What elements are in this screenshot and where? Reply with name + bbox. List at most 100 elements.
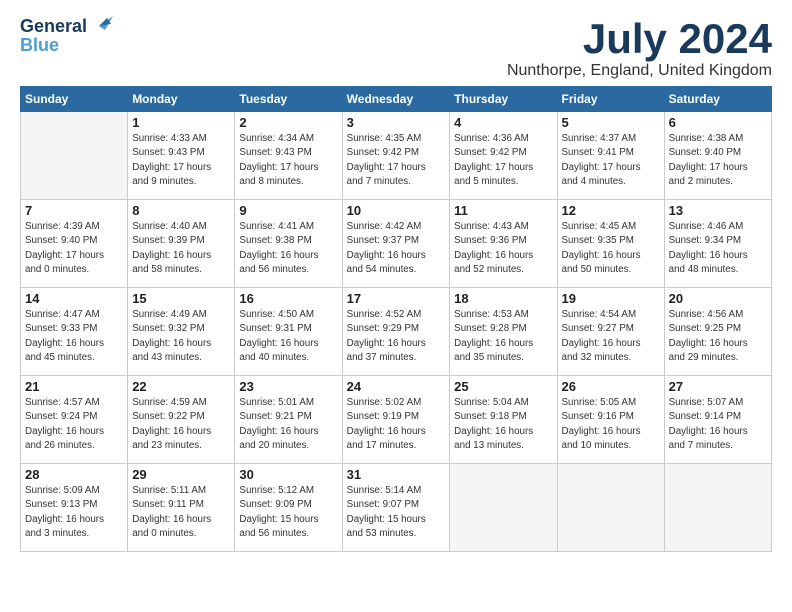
calendar-cell: 26 Sunrise: 5:05 AM Sunset: 9:16 PM Dayli…	[557, 376, 664, 464]
calendar-cell: 24 Sunrise: 5:02 AM Sunset: 9:19 PM Dayli…	[342, 376, 450, 464]
logo-general: General	[20, 16, 87, 37]
cell-content: Sunrise: 4:45 AM Sunset: 9:35 PM Dayligh…	[562, 220, 660, 277]
calendar-cell: 16 Sunrise: 4:50 AM Sunset: 9:31 PM Dayli…	[235, 288, 342, 376]
cell-content: Sunrise: 4:41 AM Sunset: 9:38 PM Dayligh…	[239, 220, 337, 277]
cell-content: Sunrise: 4:35 AM Sunset: 9:42 PM Dayligh…	[347, 132, 446, 189]
day-number: 18	[454, 291, 552, 306]
week-row-2: 7 Sunrise: 4:39 AM Sunset: 9:40 PM Daylig…	[21, 200, 772, 288]
cell-content: Sunrise: 4:38 AM Sunset: 9:40 PM Dayligh…	[669, 132, 767, 189]
day-number: 25	[454, 379, 552, 394]
calendar-cell: 19 Sunrise: 4:54 AM Sunset: 9:27 PM Dayli…	[557, 288, 664, 376]
cell-content: Sunrise: 5:14 AM Sunset: 9:07 PM Dayligh…	[347, 484, 446, 541]
weekday-header-tuesday: Tuesday	[235, 87, 342, 112]
calendar-cell: 11 Sunrise: 4:43 AM Sunset: 9:36 PM Dayli…	[450, 200, 557, 288]
weekday-header-monday: Monday	[128, 87, 235, 112]
calendar-cell	[664, 464, 771, 552]
week-row-5: 28 Sunrise: 5:09 AM Sunset: 9:13 PM Dayli…	[21, 464, 772, 552]
week-row-1: 1 Sunrise: 4:33 AM Sunset: 9:43 PM Daylig…	[21, 112, 772, 200]
cell-content: Sunrise: 5:07 AM Sunset: 9:14 PM Dayligh…	[669, 396, 767, 453]
cell-content: Sunrise: 4:56 AM Sunset: 9:25 PM Dayligh…	[669, 308, 767, 365]
calendar-cell: 17 Sunrise: 4:52 AM Sunset: 9:29 PM Dayli…	[342, 288, 450, 376]
cell-content: Sunrise: 4:54 AM Sunset: 9:27 PM Dayligh…	[562, 308, 660, 365]
logo-blue: Blue	[20, 35, 59, 56]
calendar-cell	[450, 464, 557, 552]
cell-content: Sunrise: 4:33 AM Sunset: 9:43 PM Dayligh…	[132, 132, 230, 189]
month-title: July 2024	[507, 16, 772, 62]
day-number: 17	[347, 291, 446, 306]
calendar-cell: 23 Sunrise: 5:01 AM Sunset: 9:21 PM Dayli…	[235, 376, 342, 464]
calendar-cell: 7 Sunrise: 4:39 AM Sunset: 9:40 PM Daylig…	[21, 200, 128, 288]
page: General Blue July 2024 Nunthorpe, Englan…	[0, 0, 792, 612]
calendar-cell: 30 Sunrise: 5:12 AM Sunset: 9:09 PM Dayli…	[235, 464, 342, 552]
day-number: 30	[239, 467, 337, 482]
logo-bird-icon	[91, 16, 113, 34]
location: Nunthorpe, England, United Kingdom	[507, 62, 772, 80]
day-number: 8	[132, 203, 230, 218]
cell-content: Sunrise: 4:59 AM Sunset: 9:22 PM Dayligh…	[132, 396, 230, 453]
day-number: 21	[25, 379, 123, 394]
day-number: 13	[669, 203, 767, 218]
day-number: 28	[25, 467, 123, 482]
day-number: 2	[239, 115, 337, 130]
day-number: 29	[132, 467, 230, 482]
calendar-cell: 27 Sunrise: 5:07 AM Sunset: 9:14 PM Dayli…	[664, 376, 771, 464]
logo: General Blue	[20, 16, 113, 56]
cell-content: Sunrise: 5:09 AM Sunset: 9:13 PM Dayligh…	[25, 484, 123, 541]
cell-content: Sunrise: 4:39 AM Sunset: 9:40 PM Dayligh…	[25, 220, 123, 277]
calendar-cell: 2 Sunrise: 4:34 AM Sunset: 9:43 PM Daylig…	[235, 112, 342, 200]
day-number: 7	[25, 203, 123, 218]
cell-content: Sunrise: 4:57 AM Sunset: 9:24 PM Dayligh…	[25, 396, 123, 453]
calendar-cell: 10Sunrise: 4:42 AM Sunset: 9:37 PM Dayli…	[342, 200, 450, 288]
day-number: 6	[669, 115, 767, 130]
day-number: 26	[562, 379, 660, 394]
calendar-cell: 22Sunrise: 4:59 AM Sunset: 9:22 PM Dayli…	[128, 376, 235, 464]
day-number: 9	[239, 203, 337, 218]
cell-content: Sunrise: 5:04 AM Sunset: 9:18 PM Dayligh…	[454, 396, 552, 453]
cell-content: Sunrise: 4:34 AM Sunset: 9:43 PM Dayligh…	[239, 132, 337, 189]
day-number: 12	[562, 203, 660, 218]
calendar-cell: 1 Sunrise: 4:33 AM Sunset: 9:43 PM Daylig…	[128, 112, 235, 200]
calendar-cell: 12 Sunrise: 4:45 AM Sunset: 9:35 PM Dayli…	[557, 200, 664, 288]
day-number: 31	[347, 467, 446, 482]
calendar-cell: 3 Sunrise: 4:35 AM Sunset: 9:42 PM Daylig…	[342, 112, 450, 200]
day-number: 20	[669, 291, 767, 306]
calendar-cell: 13 Sunrise: 4:46 AM Sunset: 9:34 PM Dayli…	[664, 200, 771, 288]
day-number: 5	[562, 115, 660, 130]
calendar-cell	[21, 112, 128, 200]
day-number: 27	[669, 379, 767, 394]
calendar-cell: 28 Sunrise: 5:09 AM Sunset: 9:13 PM Dayli…	[21, 464, 128, 552]
day-number: 14	[25, 291, 123, 306]
day-number: 19	[562, 291, 660, 306]
day-number: 16	[239, 291, 337, 306]
day-number: 24	[347, 379, 446, 394]
calendar-cell: 8 Sunrise: 4:40 AM Sunset: 9:39 PM Daylig…	[128, 200, 235, 288]
cell-content: Sunrise: 5:11 AM Sunset: 9:11 PM Dayligh…	[132, 484, 230, 541]
cell-content: Sunrise: 4:46 AM Sunset: 9:34 PM Dayligh…	[669, 220, 767, 277]
cell-content: Sunrise: 4:36 AM Sunset: 9:42 PM Dayligh…	[454, 132, 552, 189]
day-number: 11	[454, 203, 552, 218]
calendar-cell: 29 Sunrise: 5:11 AM Sunset: 9:11 PM Dayli…	[128, 464, 235, 552]
cell-content: Sunrise: 4:40 AM Sunset: 9:39 PM Dayligh…	[132, 220, 230, 277]
day-number: 1	[132, 115, 230, 130]
cell-content: Sunrise: 5:05 AM Sunset: 9:16 PM Dayligh…	[562, 396, 660, 453]
weekday-header-saturday: Saturday	[664, 87, 771, 112]
weekday-header-sunday: Sunday	[21, 87, 128, 112]
day-number: 4	[454, 115, 552, 130]
cell-content: Sunrise: 5:01 AM Sunset: 9:21 PM Dayligh…	[239, 396, 337, 453]
calendar-cell: 9 Sunrise: 4:41 AM Sunset: 9:38 PM Daylig…	[235, 200, 342, 288]
day-number: 15	[132, 291, 230, 306]
cell-content: Sunrise: 4:53 AM Sunset: 9:28 PM Dayligh…	[454, 308, 552, 365]
cell-content: Sunrise: 5:12 AM Sunset: 9:09 PM Dayligh…	[239, 484, 337, 541]
cell-content: Sunrise: 4:50 AM Sunset: 9:31 PM Dayligh…	[239, 308, 337, 365]
cell-content: Sunrise: 4:52 AM Sunset: 9:29 PM Dayligh…	[347, 308, 446, 365]
calendar-table: SundayMondayTuesdayWednesdayThursdayFrid…	[20, 86, 772, 552]
cell-content: Sunrise: 4:43 AM Sunset: 9:36 PM Dayligh…	[454, 220, 552, 277]
weekday-header-friday: Friday	[557, 87, 664, 112]
title-block: July 2024 Nunthorpe, England, United Kin…	[507, 16, 772, 80]
calendar-cell: 15Sunrise: 4:49 AM Sunset: 9:32 PM Dayli…	[128, 288, 235, 376]
day-number: 3	[347, 115, 446, 130]
cell-content: Sunrise: 5:02 AM Sunset: 9:19 PM Dayligh…	[347, 396, 446, 453]
cell-content: Sunrise: 4:47 AM Sunset: 9:33 PM Dayligh…	[25, 308, 123, 365]
day-number: 23	[239, 379, 337, 394]
header: General Blue July 2024 Nunthorpe, Englan…	[20, 16, 772, 80]
